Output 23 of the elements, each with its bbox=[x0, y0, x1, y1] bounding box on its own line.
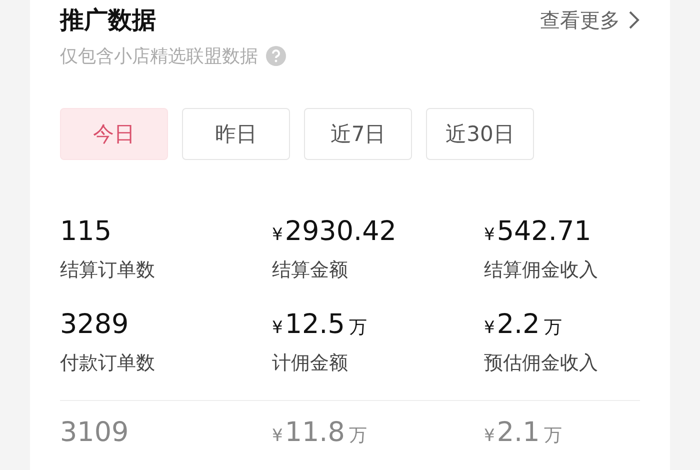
date-tab[interactable]: 近7日 bbox=[304, 108, 412, 160]
date-tab[interactable]: 昨日 bbox=[182, 108, 290, 160]
subtitle: 仅包含小店精选联盟数据 bbox=[60, 45, 258, 68]
stat-value: ¥11.8 万 bbox=[272, 417, 368, 448]
help-icon[interactable] bbox=[266, 46, 286, 66]
stat-value: 3289 bbox=[60, 309, 130, 340]
view-more-link[interactable]: 查看更多 bbox=[540, 6, 640, 34]
stat-value: ¥12.5 万 bbox=[272, 309, 368, 340]
stat-label: 付款订单数 bbox=[60, 351, 156, 376]
stat-value: ¥2.2 万 bbox=[484, 309, 563, 340]
stat-value: 115 bbox=[60, 216, 113, 247]
stat-value: 3109 bbox=[60, 417, 130, 448]
stat-label: 结算金额 bbox=[272, 258, 349, 283]
stat-label: 结算佣金收入 bbox=[484, 258, 599, 283]
stat-label: 结算订单数 bbox=[60, 258, 156, 283]
stat-label: 计佣金额 bbox=[272, 351, 349, 376]
stat-value: ¥2930.42 bbox=[272, 216, 398, 247]
date-tab[interactable]: 近30日 bbox=[426, 108, 534, 160]
chevron-right-icon bbox=[628, 10, 640, 30]
section-title: 推广数据 bbox=[60, 5, 156, 36]
stat-value: ¥542.71 bbox=[484, 216, 592, 247]
stat-label: 预估佣金收入 bbox=[484, 351, 599, 376]
stat-value: ¥2.1 万 bbox=[484, 417, 563, 448]
